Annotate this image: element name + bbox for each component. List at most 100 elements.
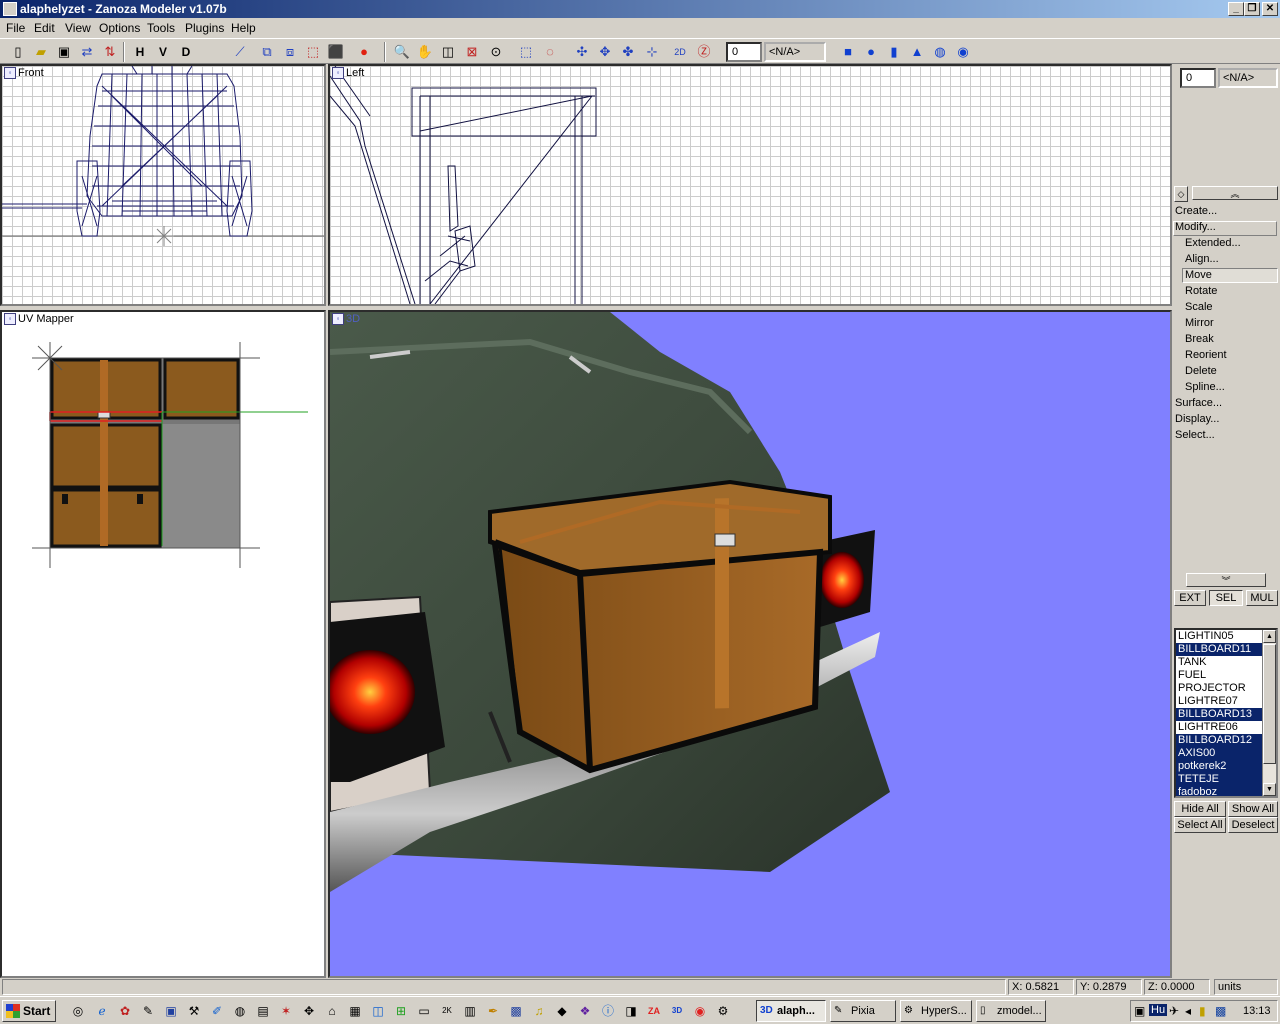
deselect-button[interactable]: Deselect	[1228, 817, 1278, 833]
task-pixia[interactable]: ✎ Pixia	[830, 1000, 896, 1022]
menu-help[interactable]: Help	[231, 21, 256, 35]
scroll-thumb[interactable]	[1263, 644, 1276, 764]
quicklaunch-gem-icon[interactable]: ❖	[577, 1003, 593, 1019]
object-list-item[interactable]: fadoboz	[1176, 786, 1264, 796]
menu-tools[interactable]: Tools	[147, 21, 175, 35]
import-icon[interactable]: ⇄	[77, 42, 97, 62]
save-icon[interactable]: ▣	[54, 42, 74, 62]
object-list-item[interactable]: potkerek2	[1176, 760, 1264, 773]
minimize-icon[interactable]: _	[1228, 2, 1244, 16]
select-all-button[interactable]: Select All	[1174, 817, 1226, 833]
modify-break[interactable]: Break	[1185, 333, 1214, 345]
close-icon[interactable]: ✕	[1262, 2, 1278, 16]
quicklaunch-2k-icon[interactable]: 2K	[439, 1003, 455, 1019]
scroll-up-arrow-icon[interactable]: ▲	[1263, 630, 1276, 643]
circle-select-icon[interactable]: ◌	[540, 42, 560, 62]
quicklaunch-monitor-icon[interactable]: ▭	[416, 1003, 432, 1019]
menu-plugins[interactable]: Plugins	[185, 21, 224, 35]
rect-select-icon[interactable]: ⬚	[516, 42, 536, 62]
menu-edit[interactable]: Edit	[34, 21, 55, 35]
modify-scale[interactable]: Scale	[1185, 301, 1213, 313]
panel-spin-input[interactable]: 0	[1180, 68, 1216, 88]
render-sphere-icon[interactable]: ●	[354, 42, 374, 62]
object-list-item[interactable]: BILLBOARD12	[1176, 734, 1264, 747]
view-v-button[interactable]: V	[153, 42, 173, 62]
zoom-icon[interactable]: 🔍	[392, 42, 412, 62]
box-wire-icon[interactable]: ⧈	[280, 42, 300, 62]
new-file-icon[interactable]: ▯	[8, 42, 28, 62]
quicklaunch-puzzle-icon[interactable]: ✥	[301, 1003, 317, 1019]
tray-disk-icon[interactable]: ▩	[1215, 1004, 1226, 1018]
axis-tool-icon[interactable]: ⊹	[642, 42, 662, 62]
show-all-button[interactable]: Show All	[1228, 801, 1278, 817]
rotate-tool-icon[interactable]: ✥	[595, 42, 615, 62]
quicklaunch-grid-icon[interactable]: ▦	[347, 1003, 363, 1019]
open-folder-icon[interactable]: ▰	[31, 42, 51, 62]
tray-monitor-icon[interactable]: ▣	[1134, 1004, 1145, 1018]
tray-tool-icon[interactable]: ✈	[1169, 1004, 1179, 1018]
toolbar-na-select[interactable]: <N/A>	[764, 42, 826, 62]
object-list-item[interactable]: TANK	[1176, 656, 1264, 669]
object-list-item[interactable]: BILLBOARD11	[1176, 643, 1264, 656]
viewport-menu-icon[interactable]: ◦	[4, 313, 16, 325]
app-icon[interactable]	[3, 2, 17, 16]
tab-sel[interactable]: SEL	[1209, 590, 1243, 606]
quicklaunch-disk-icon[interactable]: ▩	[508, 1003, 524, 1019]
object-list-item[interactable]: FUEL	[1176, 669, 1264, 682]
viewport-menu-icon[interactable]: ◦	[4, 67, 16, 79]
move-tool-icon[interactable]: ✣	[572, 42, 592, 62]
menu-view[interactable]: View	[65, 21, 91, 35]
quicklaunch-star-icon[interactable]: ✶	[278, 1003, 294, 1019]
quicklaunch-desktop-icon[interactable]: ◎	[70, 1003, 86, 1019]
quicklaunch-info-icon[interactable]: ⓘ	[600, 1003, 616, 1019]
quicklaunch-ie-icon[interactable]: ℯ	[94, 1003, 110, 1019]
tab-ext[interactable]: EXT	[1174, 590, 1206, 606]
uv-mapper-viewport[interactable]: ◦ UV Mapper	[0, 310, 326, 978]
modify-align[interactable]: Align...	[1185, 253, 1219, 265]
modify-extended[interactable]: Extended...	[1185, 237, 1241, 249]
modify-mirror[interactable]: Mirror	[1185, 317, 1214, 329]
3d-viewport[interactable]: ◦ 3D	[328, 310, 1172, 978]
panel-na-select[interactable]: <N/A>	[1218, 68, 1278, 88]
start-button[interactable]: Start	[2, 1000, 56, 1022]
2d-3d-icon[interactable]: 2D	[670, 42, 690, 62]
box-select-icon[interactable]: ⧉	[257, 42, 277, 62]
tray-volume-icon[interactable]: ◂	[1185, 1004, 1191, 1018]
panel-toggle-icon[interactable]: ◇	[1174, 186, 1188, 202]
create-cone-icon[interactable]: ▲	[907, 42, 927, 62]
object-list-scrollbar[interactable]: ▲ ▼	[1262, 630, 1276, 796]
display-menu[interactable]: Display...	[1175, 413, 1219, 425]
modify-menu[interactable]: Modify...	[1175, 221, 1216, 233]
camera-icon[interactable]: ⊙	[486, 42, 506, 62]
object-list-item[interactable]: TETEJE	[1176, 773, 1264, 786]
vertex-tool-icon[interactable]: ⟋	[230, 42, 250, 62]
quicklaunch-zonealarm-icon[interactable]: ZA	[646, 1003, 662, 1019]
viewport-menu-icon[interactable]: ◦	[332, 67, 344, 79]
create-box-icon[interactable]: ■	[838, 42, 858, 62]
create-menu[interactable]: Create...	[1175, 205, 1217, 217]
scroll-down-icon[interactable]: ︾	[1186, 573, 1266, 587]
quicklaunch-app2-icon[interactable]: ◨	[623, 1003, 639, 1019]
modify-rotate[interactable]: Rotate	[1185, 285, 1217, 297]
object-list-item[interactable]: PROJECTOR	[1176, 682, 1264, 695]
scale-tool-icon[interactable]: ✤	[618, 42, 638, 62]
quicklaunch-paint-icon[interactable]: ✐	[209, 1003, 225, 1019]
quicklaunch-network-icon[interactable]: ⊞	[393, 1003, 409, 1019]
select-menu[interactable]: Select...	[1175, 429, 1215, 441]
object-list-item[interactable]: AXIS00	[1176, 747, 1264, 760]
hide-all-button[interactable]: Hide All	[1174, 801, 1226, 817]
front-viewport[interactable]: ◦ Front	[0, 64, 326, 306]
quicklaunch-doc-icon[interactable]: ▥	[462, 1003, 478, 1019]
create-sphere-icon[interactable]: ●	[861, 42, 881, 62]
create-cylinder-icon[interactable]: ▮	[884, 42, 904, 62]
quicklaunch-music-icon[interactable]: ♫	[531, 1003, 547, 1019]
quicklaunch-pen-icon[interactable]: ✒	[485, 1003, 501, 1019]
modify-spline[interactable]: Spline...	[1185, 381, 1225, 393]
modify-delete[interactable]: Delete	[1185, 365, 1217, 377]
quicklaunch-notepad-icon[interactable]: ✎	[140, 1003, 156, 1019]
view-h-button[interactable]: H	[130, 42, 150, 62]
quicklaunch-hat-icon[interactable]: ⌂	[324, 1003, 340, 1019]
quicklaunch-window-icon[interactable]: ◫	[370, 1003, 386, 1019]
export-icon[interactable]: ⇅	[100, 42, 120, 62]
quicklaunch-tool-icon[interactable]: ⚒	[186, 1003, 202, 1019]
